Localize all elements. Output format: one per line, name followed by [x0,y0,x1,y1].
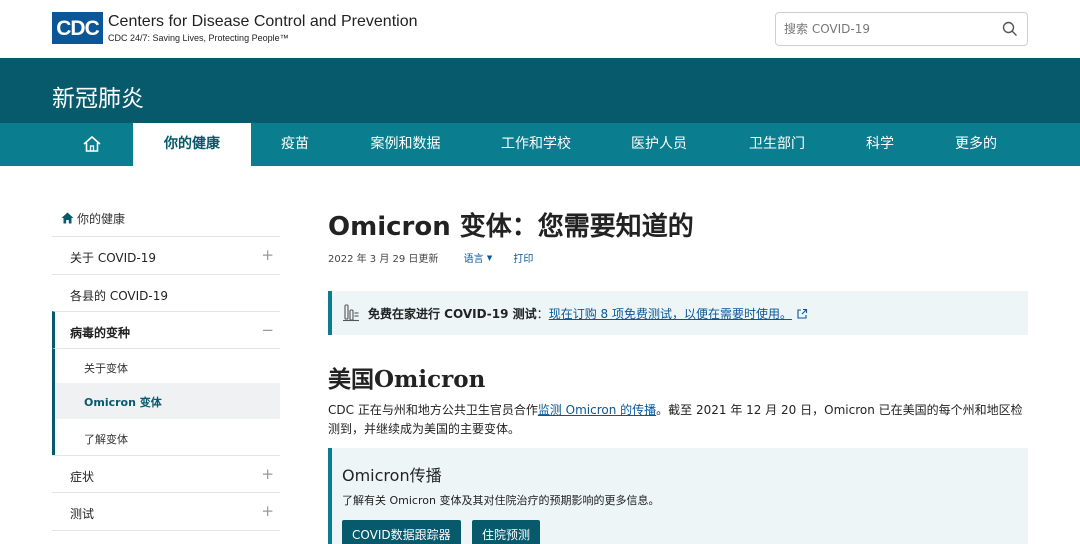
sidebar-subitem-understand-variants[interactable]: 了解变体 [52,419,280,455]
sidebar-item-label: 测试 [70,507,95,521]
sidebar-item-label: 症状 [70,470,95,484]
search-box [775,12,1028,46]
home-icon [61,212,74,224]
sidebar-item-about-covid[interactable]: 关于 COVID-19 + [52,236,280,274]
print-link[interactable]: 打印 [513,254,533,265]
home-icon [83,135,101,152]
collapse-icon[interactable]: − [261,321,274,339]
brand-title[interactable]: Centers for Disease Control and Preventi… [108,13,418,31]
callout-heading: 免费在家进行 COVID-19 测试 [368,307,537,321]
language-dropdown[interactable]: 语言 ▼ [464,254,493,265]
monitor-omicron-link[interactable]: 监测 Omicron 的传播 [538,403,656,417]
external-link-icon [797,308,808,319]
omicron-spread-card: Omicron传播 了解有关 Omicron 变体及其对住院治疗的预期影响的更多… [328,448,1028,544]
expand-icon[interactable]: + [261,502,274,520]
order-free-tests-link[interactable]: 现在订购 8 项免费测试，以便在需要时使用。 [549,307,792,321]
sidebar-item-county-covid[interactable]: 各县的 COVID-19 [52,274,280,311]
site-banner: 新冠肺炎 [0,58,1080,123]
sidebar-item-symptoms[interactable]: 症状 + [52,455,280,492]
section-paragraph: CDC 正在与州和地方公共卫生官员合作监测 Omicron 的传播。截至 202… [328,403,1023,436]
caret-down-icon: ▼ [486,254,493,262]
nav-cases-data[interactable]: 案例和数据 [339,123,472,166]
cdc-logo[interactable]: CDC [52,12,103,44]
nav-more[interactable]: 更多的 [924,123,1028,166]
free-test-callout: 免费在家进行 COVID-19 测试：现在订购 8 项免费测试，以便在需要时使用… [328,291,1028,335]
sidebar-item-label: 病毒的变种 [70,326,131,340]
callout-text: 免费在家进行 COVID-19 测试：现在订购 8 项免费测试，以便在需要时使用… [368,305,808,322]
card-description: 了解有关 Omicron 变体及其对住院治疗的预期影响的更多信息。 [342,494,660,507]
sidebar-subitem-label: Omicron 变体 [84,396,162,409]
updated-date: 2022 年 3 月 29 日更新 [328,254,439,265]
nav-health-departments[interactable]: 卫生部门 [718,123,836,166]
sidebar-divider [52,530,280,544]
section-title: 美国Omicron [328,366,486,393]
banner-title[interactable]: 新冠肺炎 [52,79,144,113]
nav-healthcare-workers[interactable]: 医护人员 [600,123,718,166]
nav-home[interactable] [52,123,132,166]
nav-work-school[interactable]: 工作和学校 [472,123,600,166]
sidebar-subitem-omicron[interactable]: Omicron 变体 [52,383,280,419]
site-header: CDC Centers for Disease Control and Prev… [0,0,1080,58]
sidebar-item-label: 关于 COVID-19 [70,251,157,265]
sidebar-home-link[interactable]: 你的健康 [61,210,125,227]
main-nav: 你的健康 疫苗 案例和数据 工作和学校 医护人员 卫生部门 科学 更多的 [0,123,1080,166]
sidebar-subitem-about-variants[interactable]: 关于变体 [52,348,280,383]
covid-data-tracker-button[interactable]: COVID数据跟踪器 [342,520,461,544]
sidebar-subitem-label: 了解变体 [84,433,128,446]
page-meta: 2022 年 3 月 29 日更新 语言 ▼ 打印 [328,250,533,265]
card-title: Omicron传播 [342,466,442,485]
sidebar-home-label: 你的健康 [77,212,126,226]
nav-vaccines[interactable]: 疫苗 [251,123,339,166]
expand-icon[interactable]: + [261,246,274,264]
sidebar-subitem-label: 关于变体 [84,362,128,375]
sidebar-item-variants[interactable]: 病毒的变种 − [52,311,280,348]
search-icon[interactable] [1002,21,1018,37]
test-kit-icon [343,304,359,322]
hospital-forecast-button[interactable]: 住院预测 [472,520,541,544]
sidebar-item-testing[interactable]: 测试 + [52,492,280,530]
expand-icon[interactable]: + [261,465,274,483]
brand-tagline: CDC 24/7: Saving Lives, Protecting Peopl… [108,33,289,43]
sidebar-item-label: 各县的 COVID-19 [70,289,169,303]
nav-science[interactable]: 科学 [836,123,924,166]
search-input[interactable] [784,13,994,45]
nav-your-health[interactable]: 你的健康 [133,123,251,166]
page-title: Omicron 变体：您需要知道的 [328,212,694,242]
